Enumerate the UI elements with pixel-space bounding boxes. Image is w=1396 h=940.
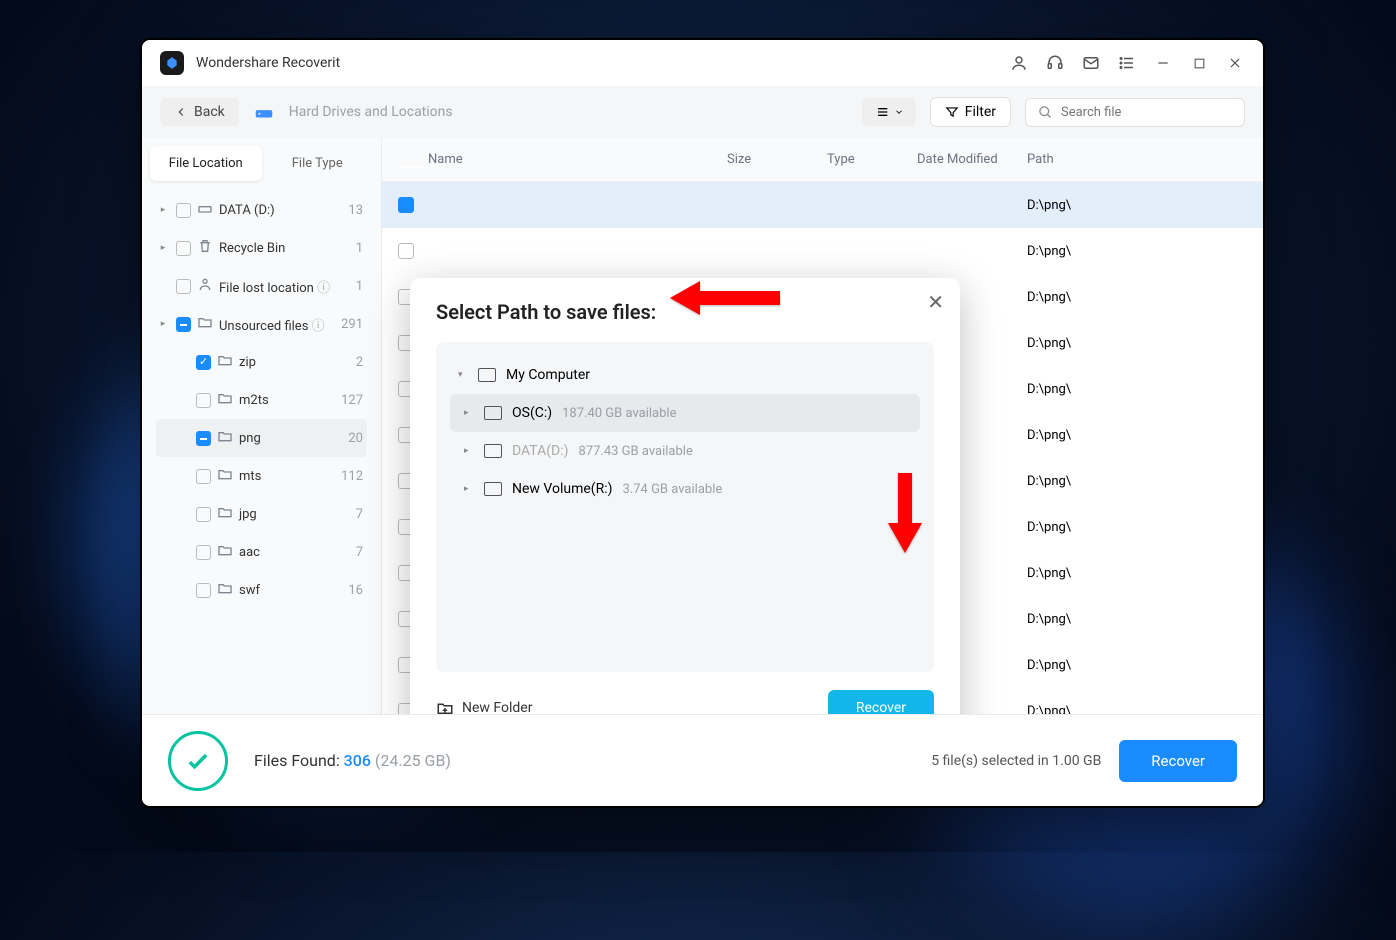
sidebar-tabs: File Location File Type (150, 146, 373, 181)
search-icon (1038, 105, 1053, 120)
table-row[interactable]: D:\png\ (382, 228, 1263, 274)
tab-file-type[interactable]: File Type (262, 146, 374, 181)
col-type[interactable]: Type (827, 152, 917, 167)
footer: Files Found: 306 (24.25 GB) 5 file(s) se… (142, 714, 1263, 806)
tree-item[interactable]: File lost location ⓘ1 (156, 267, 367, 305)
col-name[interactable]: Name (428, 152, 727, 167)
tree-item[interactable]: ▸DATA (D:)13 (156, 191, 367, 229)
new-folder-icon (436, 699, 454, 714)
location-breadcrumb[interactable]: Hard Drives and Locations (289, 104, 453, 120)
modal-recover-button[interactable]: Recover (828, 690, 934, 714)
titlebar: Wondershare Recoverit (142, 40, 1263, 86)
drive-root[interactable]: ▾ My Computer (450, 356, 920, 394)
app-title: Wondershare Recoverit (196, 55, 340, 71)
app-window: Wondershare Recoverit Back Hard Drives a… (140, 38, 1265, 808)
save-path-modal: ✕ Select Path to save files: ▾ My Comput… (410, 278, 960, 714)
drive-item: ▸DATA(D:)877.43 GB available (450, 432, 920, 470)
list-icon (874, 104, 890, 120)
tree-item[interactable]: m2ts127 (156, 381, 367, 419)
toolbar: Back Hard Drives and Locations Filter (142, 86, 1263, 138)
close-icon[interactable] (1225, 53, 1245, 73)
drive-location-icon (253, 101, 275, 123)
chevron-down-icon (894, 107, 904, 117)
minimize-icon[interactable] (1153, 53, 1173, 73)
account-icon[interactable] (1009, 53, 1029, 73)
modal-title: Select Path to save files: (436, 300, 934, 324)
selection-status: 5 file(s) selected in 1.00 GB (931, 753, 1101, 769)
tab-file-location[interactable]: File Location (150, 146, 262, 181)
maximize-icon[interactable] (1189, 53, 1209, 73)
tree-item[interactable]: aac7 (156, 533, 367, 571)
tree-item[interactable]: jpg7 (156, 495, 367, 533)
tree-item[interactable]: ▸Recycle Bin1 (156, 229, 367, 267)
headset-icon[interactable] (1045, 53, 1065, 73)
list-header: Name Size Type Date Modified Path (382, 138, 1263, 182)
col-path[interactable]: Path (1027, 152, 1247, 167)
sidebar: File Location File Type ▸DATA (D:)13▸Rec… (142, 138, 382, 714)
scan-complete-icon (168, 731, 228, 791)
back-button[interactable]: Back (160, 98, 239, 126)
tree-item[interactable]: swf16 (156, 571, 367, 609)
mail-icon[interactable] (1081, 53, 1101, 73)
search-field[interactable] (1061, 105, 1232, 120)
drive-item[interactable]: ▸New Volume(R:)3.74 GB available (450, 470, 920, 508)
back-label: Back (194, 104, 225, 120)
search-input[interactable] (1025, 98, 1245, 127)
app-logo-icon (160, 51, 184, 75)
filter-button[interactable]: Filter (930, 97, 1011, 127)
table-row[interactable]: D:\png\ (382, 182, 1263, 228)
tree-item[interactable]: zip2 (156, 343, 367, 381)
tree-item[interactable]: png20 (156, 419, 367, 457)
filter-icon (945, 105, 959, 119)
arrow-left-icon (174, 105, 188, 119)
col-size[interactable]: Size (727, 152, 827, 167)
file-tree: ▸DATA (D:)13▸Recycle Bin1File lost locat… (142, 189, 381, 714)
drive-item[interactable]: ▸OS(C:)187.40 GB available (450, 394, 920, 432)
view-mode-button[interactable] (862, 98, 916, 126)
menu-icon[interactable] (1117, 53, 1137, 73)
files-found-label: Files Found: 306 (24.25 GB) (254, 751, 451, 770)
col-date[interactable]: Date Modified (917, 152, 1027, 167)
modal-close-icon[interactable]: ✕ (927, 290, 944, 314)
tree-item[interactable]: ▸Unsourced files ⓘ291 (156, 305, 367, 343)
drive-panel: ▾ My Computer ▸OS(C:)187.40 GB available… (436, 342, 934, 672)
computer-icon (478, 368, 496, 382)
tree-item[interactable]: mts112 (156, 457, 367, 495)
new-folder-button[interactable]: New Folder (436, 699, 532, 714)
tree-collapse-icon[interactable]: ▾ (458, 370, 468, 380)
recover-button[interactable]: Recover (1119, 740, 1237, 782)
